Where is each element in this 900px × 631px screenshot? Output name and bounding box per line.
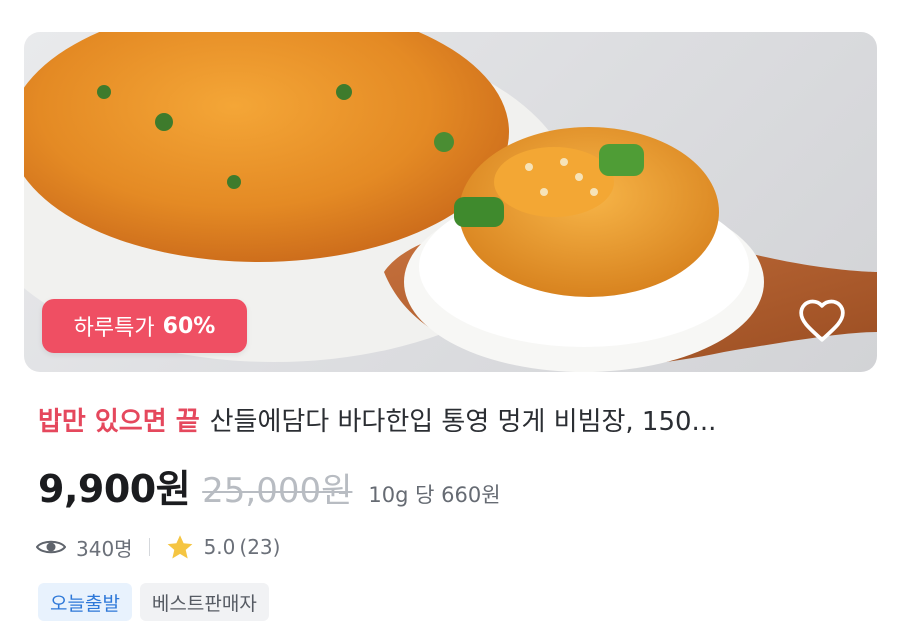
promo-label: 밥만 있으면 끝 xyxy=(38,407,200,437)
eye-icon xyxy=(36,537,66,557)
unit-price: 10g 당 660원 xyxy=(368,483,501,507)
product-title[interactable]: 산들에담다 바다한입 통영 멍게 비빔장, 150... xyxy=(210,407,717,437)
review-count: (23) xyxy=(239,535,281,559)
star-icon xyxy=(166,534,194,561)
original-price: 25,000원 xyxy=(202,471,353,511)
deal-badge-label: 하루특가 xyxy=(73,316,155,341)
rating-value: 5.0 xyxy=(203,535,236,559)
product-card[interactable]: 하루특가 60% 밥만 있으면 끝 산들에담다 바다한입 통영 멍게 비빔장, 1… xyxy=(0,0,900,631)
deal-badge-percent: 60% xyxy=(162,313,216,339)
wishlist-button[interactable] xyxy=(797,297,853,349)
product-image[interactable]: 하루특가 60% xyxy=(24,32,877,372)
view-count: 340명 xyxy=(76,536,133,561)
tag-today-ship: 오늘출발 xyxy=(38,583,132,621)
stats-divider xyxy=(148,538,150,556)
product-title-row[interactable]: 밥만 있으면 끝 산들에담다 바다한입 통영 멍게 비빔장, 150... xyxy=(38,400,868,444)
tag-best-seller: 베스트판매자 xyxy=(139,583,269,621)
deal-badge: 하루특가 60% xyxy=(42,299,247,353)
heart-outline-icon xyxy=(799,299,845,342)
sale-price: 9,900원 xyxy=(38,467,191,511)
price-row: 9,900원 25,000원 10g 당 660원 xyxy=(38,458,501,514)
stats-row: 340명 5.0 (23) xyxy=(36,530,280,564)
tags-row: 오늘출발 베스트판매자 xyxy=(38,583,269,621)
